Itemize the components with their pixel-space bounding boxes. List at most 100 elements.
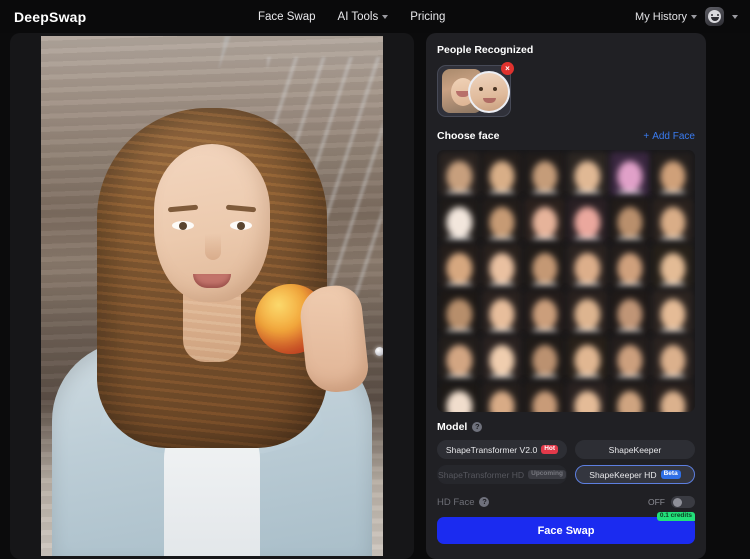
face-gallery-item[interactable]: [524, 244, 565, 288]
face-thumbnail: [446, 344, 472, 376]
remove-face-button[interactable]: ×: [501, 62, 514, 75]
face-gallery-item[interactable]: [524, 152, 565, 196]
face-name-label: [617, 191, 643, 194]
face-thumbnail: [660, 160, 686, 192]
face-gallery-item[interactable]: [524, 382, 565, 412]
face-gallery-item[interactable]: [439, 152, 480, 196]
face-gallery-item[interactable]: [567, 244, 608, 288]
face-gallery-item[interactable]: [567, 382, 608, 412]
photo-ring: [375, 347, 383, 356]
face-gallery-item[interactable]: [652, 382, 693, 412]
avatar[interactable]: [705, 7, 724, 26]
face-gallery-item[interactable]: [481, 382, 523, 412]
face-gallery-item[interactable]: [439, 244, 480, 288]
model-option-4[interactable]: ShapeKeeper HD Beta: [574, 465, 695, 484]
hd-face-toggle[interactable]: [671, 496, 695, 508]
face-name-label: [617, 237, 643, 240]
face-gallery-scroll[interactable]: [437, 150, 695, 412]
face-thumbnail: [446, 252, 472, 284]
model-help-icon[interactable]: ?: [472, 422, 483, 432]
face-thumbnail: [489, 160, 515, 192]
face-gallery-item[interactable]: [567, 152, 608, 196]
face-thumbnail: [574, 390, 600, 412]
model-title: Model: [437, 421, 468, 433]
hd-face-control-group: OFF: [648, 496, 695, 508]
face-name-label: [532, 283, 557, 286]
nav-item-ai-tools[interactable]: AI Tools: [338, 11, 389, 23]
face-thumbnail: [660, 344, 686, 376]
face-name-label: [617, 329, 643, 332]
nav-item-pricing[interactable]: Pricing: [410, 11, 445, 23]
plus-icon: +: [643, 130, 650, 142]
face-thumbnail: [617, 252, 643, 284]
face-name-label: [660, 237, 685, 240]
nav-item-face-swap[interactable]: Face Swap: [258, 11, 316, 23]
hd-face-label-group: HD Face ?: [437, 497, 490, 508]
face-gallery-item[interactable]: [439, 336, 480, 380]
face-swap-button[interactable]: Face Swap: [437, 517, 695, 544]
face-thumbnail: [446, 206, 472, 238]
face-name-label: [660, 283, 685, 286]
face-gallery-item[interactable]: [652, 244, 693, 288]
hd-face-help-icon[interactable]: ?: [479, 497, 490, 507]
face-thumbnail: [446, 160, 472, 192]
face-gallery-item[interactable]: [439, 382, 480, 412]
add-face-label: Add Face: [652, 130, 695, 142]
model-option-2[interactable]: ShapeKeeper: [574, 440, 695, 459]
face-thumbnail: [660, 206, 686, 238]
people-recognized-title: People Recognized: [437, 44, 534, 56]
face-gallery-item[interactable]: [524, 290, 565, 334]
face-gallery-item[interactable]: [524, 198, 565, 242]
people-recognized-card[interactable]: ×: [437, 62, 514, 117]
face-thumbnail: [660, 298, 686, 330]
face-thumbnail: [574, 160, 600, 192]
face-thumbnail: [574, 344, 600, 376]
face-gallery-item[interactable]: [481, 198, 523, 242]
face-gallery-item[interactable]: [652, 336, 693, 380]
face-thumbnail: [617, 160, 643, 192]
face-gallery-item[interactable]: [481, 290, 523, 334]
face-thumbnail: [617, 206, 643, 238]
face-name-label: [447, 283, 472, 286]
image-preview-panel[interactable]: [10, 33, 414, 559]
face-gallery-item[interactable]: [609, 198, 651, 242]
face-name-label: [575, 237, 600, 240]
face-gallery-item[interactable]: [567, 198, 608, 242]
face-thumbnail: [574, 252, 600, 284]
my-history-label: My History: [635, 10, 687, 23]
face-name-label: [660, 329, 685, 332]
face-gallery-item[interactable]: [609, 336, 651, 380]
target-face-thumbnail[interactable]: [468, 71, 510, 113]
face-name-label: [489, 191, 515, 194]
add-face-button[interactable]: + Add Face: [643, 131, 695, 142]
model-option-label: ShapeTransformer V2.0: [445, 444, 538, 455]
face-gallery-item[interactable]: [481, 336, 523, 380]
face-gallery-item[interactable]: [439, 290, 480, 334]
face-thumbnail: [489, 390, 515, 412]
chevron-down-icon[interactable]: [732, 14, 738, 19]
face-name-label: [489, 283, 515, 286]
face-gallery-item[interactable]: [481, 244, 523, 288]
face-gallery-item[interactable]: [481, 152, 523, 196]
chevron-down-icon: [382, 14, 389, 19]
my-history-menu[interactable]: My History: [635, 11, 697, 23]
face-gallery-item[interactable]: [609, 152, 651, 196]
face-gallery-item[interactable]: [567, 336, 608, 380]
face-gallery-item[interactable]: [524, 336, 565, 380]
face-thumbnail: [574, 206, 600, 238]
face-name-label: [489, 237, 515, 240]
model-option-label: ShapeKeeper: [608, 444, 662, 455]
face-gallery-item[interactable]: [609, 382, 651, 412]
face-gallery-item[interactable]: [652, 152, 693, 196]
face-gallery-item[interactable]: [609, 244, 651, 288]
face-gallery-item[interactable]: [652, 290, 693, 334]
face-gallery-item[interactable]: [609, 290, 651, 334]
model-option-1[interactable]: ShapeTransformer V2.0 Hot: [437, 440, 567, 459]
face-gallery-item[interactable]: [652, 198, 693, 242]
face-name-label: [532, 191, 557, 194]
face-thumbnail: [660, 390, 686, 412]
face-gallery-item[interactable]: [439, 198, 480, 242]
face-gallery-item[interactable]: [567, 290, 608, 334]
photo-nose: [205, 234, 221, 260]
app-logo[interactable]: DeepSwap: [14, 9, 86, 25]
